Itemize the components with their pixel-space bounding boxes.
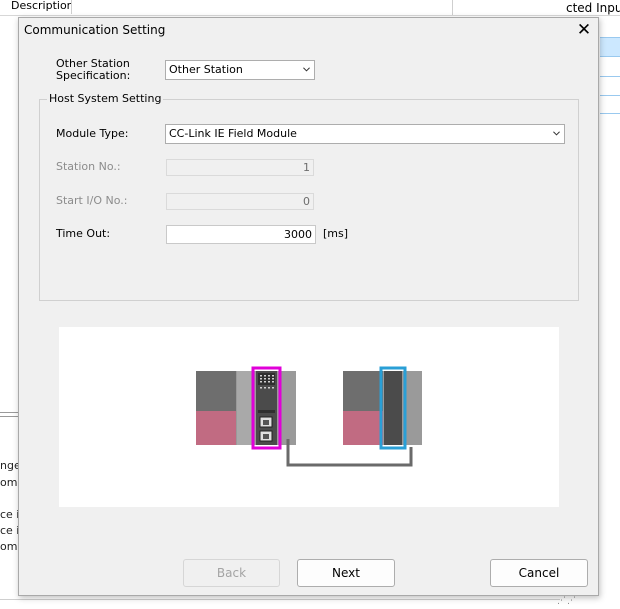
parent-text-line: omp <box>0 477 20 489</box>
cancel-button[interactable]: Cancel <box>490 559 588 587</box>
cpu-unit <box>343 371 383 411</box>
other-station-label: Other Station Specification: <box>56 57 131 82</box>
next-button[interactable]: Next <box>297 559 395 587</box>
power-unit <box>343 411 383 445</box>
dialog-title: Communication Setting <box>24 23 166 37</box>
resize-grip-icon[interactable]: ⋰⋰ <box>557 596 577 606</box>
timeout-input[interactable]: 3000 <box>166 225 316 244</box>
other-network-module <box>384 371 402 445</box>
other-station-dropdown[interactable]: Other Station <box>165 60 315 80</box>
station-no-label: Station No.: <box>56 160 121 173</box>
parent-text-line: ce is <box>0 525 20 537</box>
parent-table-header <box>0 0 620 16</box>
selected-row[interactable] <box>600 37 620 57</box>
timeout-label: Time Out: <box>56 227 111 240</box>
parent-bottom-border <box>0 599 560 600</box>
other-station-value: Other Station <box>169 63 243 76</box>
column-divider <box>452 0 453 15</box>
row-divider <box>600 76 620 77</box>
timeout-unit: [ms] <box>323 227 349 240</box>
connection-diagram-graphic <box>196 366 422 467</box>
start-io-label: Start I/O No.: <box>56 194 128 207</box>
row-divider <box>600 95 620 96</box>
row-divider <box>600 113 620 114</box>
cpu-unit <box>196 371 236 411</box>
module-type-value: CC-Link IE Field Module <box>169 127 297 140</box>
station-no-field[interactable]: 1 <box>166 159 314 176</box>
pane-divider <box>0 416 20 417</box>
host-station-rack <box>196 366 296 450</box>
chevron-down-icon <box>553 131 560 136</box>
host-system-setting-title: Host System Setting <box>47 92 164 105</box>
module-type-dropdown[interactable]: CC-Link IE Field Module <box>165 124 565 144</box>
start-io-field[interactable]: 0 <box>166 193 314 210</box>
power-unit <box>196 411 236 445</box>
parent-text-line: ce is <box>0 509 20 521</box>
module-type-label: Module Type: <box>56 127 129 140</box>
parent-text-line: omp <box>0 541 20 553</box>
connection-diagram <box>59 327 559 507</box>
close-icon[interactable]: ✕ <box>572 18 596 42</box>
other-station-rack <box>343 366 422 450</box>
pane-divider <box>0 412 20 413</box>
parent-text-line: nge <box>0 460 20 472</box>
description-column-header[interactable]: Description <box>0 0 72 14</box>
back-button[interactable]: Back <box>183 559 280 587</box>
chevron-down-icon <box>303 67 310 72</box>
communication-setting-dialog: Communication Setting ✕ Other Station Sp… <box>18 17 599 596</box>
selected-input-column-header[interactable]: cted Input <box>566 0 620 17</box>
